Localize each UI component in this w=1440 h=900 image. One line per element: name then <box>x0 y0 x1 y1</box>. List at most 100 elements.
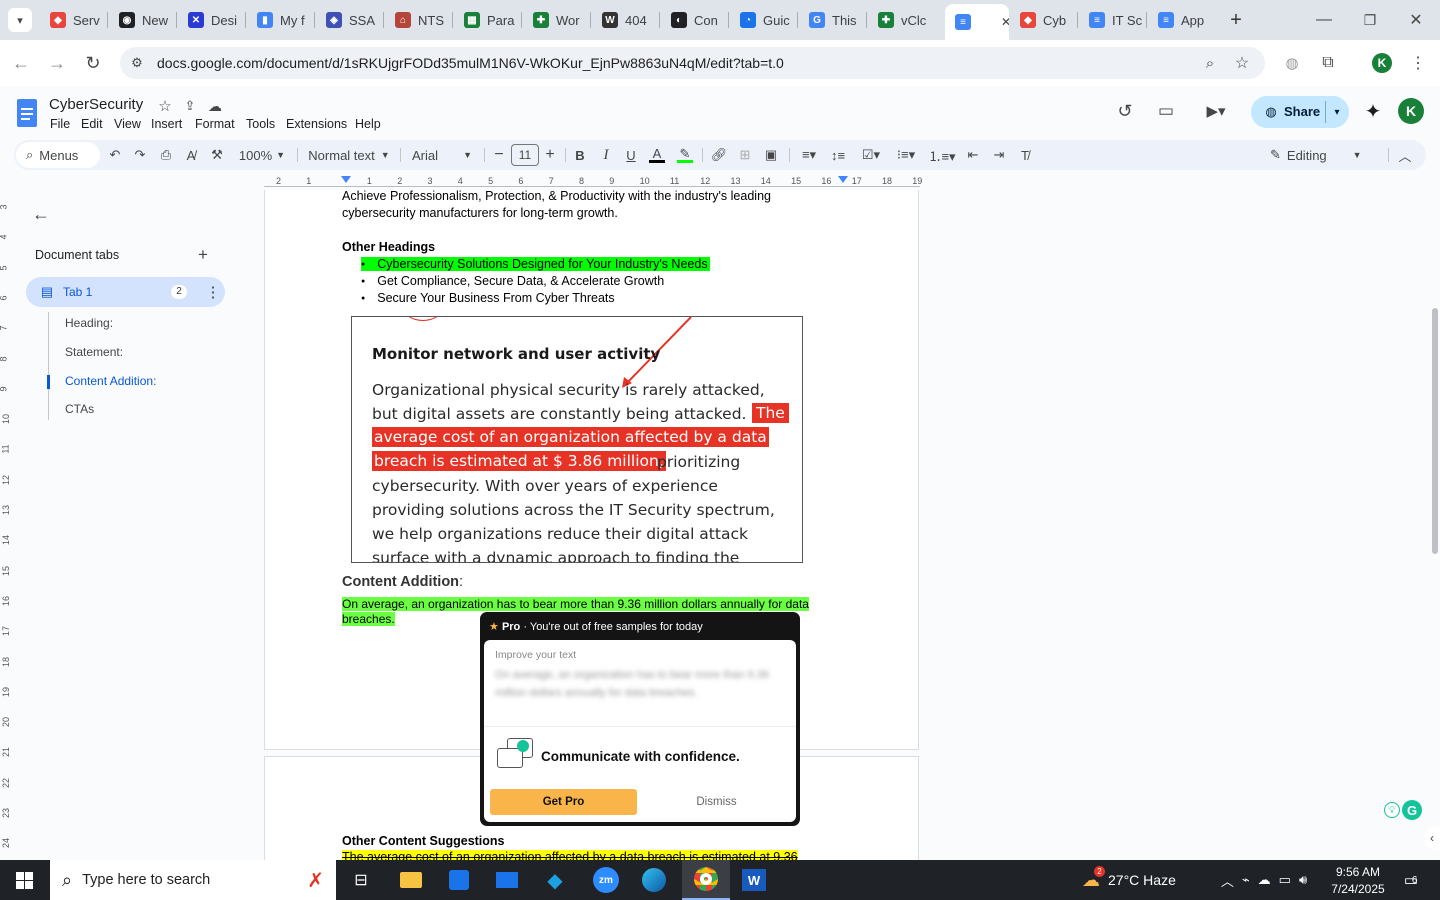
menu-extensions[interactable]: Extensions <box>286 117 347 131</box>
side-panel-toggle-icon[interactable]: ‹ <box>1424 826 1440 850</box>
add-tab-icon[interactable]: + <box>194 245 212 264</box>
dismiss-button[interactable]: Dismiss <box>664 789 769 815</box>
docs-logo-icon[interactable] <box>17 99 37 127</box>
tab-search-icon[interactable]: ▾ <box>8 8 32 32</box>
strikethrough-text-line[interactable]: The average cost of an organization affe… <box>342 850 798 860</box>
star-icon[interactable]: ☆ <box>156 97 174 115</box>
collapse-menus-icon[interactable]: ︿ <box>1396 140 1414 170</box>
increase-indent-icon[interactable]: ⇥ <box>990 140 1008 170</box>
increase-font-icon[interactable]: + <box>543 140 557 170</box>
menu-insert[interactable]: Insert <box>151 117 182 131</box>
content-addition-heading[interactable]: Content Addition: <box>342 574 463 590</box>
browser-tab[interactable]: ⌂ NTS <box>385 6 451 34</box>
new-tab-icon[interactable]: + <box>1224 8 1248 32</box>
right-indent-marker[interactable] <box>838 176 848 183</box>
undo-icon[interactable]: ↶ <box>106 140 124 170</box>
browser-tab[interactable]: ✚ Wor <box>523 6 589 34</box>
mail-icon[interactable] <box>492 860 522 900</box>
outline-item[interactable]: Content Addition: <box>65 374 156 388</box>
menu-tools[interactable]: Tools <box>246 117 275 131</box>
tab-1-item[interactable]: ▤ Tab 1 2 ⋮ <box>26 277 225 307</box>
font-size-input[interactable]: 11 <box>511 144 539 166</box>
align-icon[interactable]: ≡▾ <box>796 140 822 170</box>
clock[interactable]: 9:56 AM 7/24/2025 <box>1326 862 1390 898</box>
restore-icon[interactable]: ❐ <box>1360 8 1380 32</box>
document-scrollbar[interactable] <box>1432 308 1438 554</box>
tab-options-icon[interactable]: ⋮ <box>206 283 221 301</box>
paint-format-icon[interactable]: ⚒ <box>208 140 226 170</box>
account-avatar[interactable]: K <box>1398 98 1424 124</box>
menus-search[interactable]: ⌕ Menus <box>16 142 100 168</box>
link-icon[interactable]: 🔗︎ <box>710 140 728 170</box>
bullet-item[interactable]: ● Get Compliance, Secure Data, & Accelera… <box>361 274 664 288</box>
left-indent-marker[interactable] <box>341 176 351 183</box>
browser-tab[interactable]: ◔ Guic <box>730 6 796 34</box>
menu-help[interactable]: Help <box>355 117 381 131</box>
font-select[interactable]: Arial ▼ <box>406 140 478 170</box>
browser-tab[interactable]: G This <box>799 6 865 34</box>
forward-icon[interactable]: → <box>46 52 68 74</box>
move-icon[interactable]: ⇪ <box>181 97 199 115</box>
outline-item[interactable]: Heading: <box>65 316 113 330</box>
numbered-list-icon[interactable]: ⒈≡▾ <box>927 140 957 170</box>
task-view-icon[interactable]: ⊟ <box>346 860 376 900</box>
redo-icon[interactable]: ↷ <box>131 140 149 170</box>
checklist-icon[interactable]: ☑▾ <box>856 140 886 170</box>
weather-widget[interactable]: ☁ 2 27°C Haze <box>1082 860 1192 900</box>
underline-icon[interactable]: U <box>623 140 639 170</box>
word-icon[interactable]: W <box>736 860 772 900</box>
browser-tab[interactable]: ≡ IT Sc <box>1079 6 1145 34</box>
meet-icon[interactable]: ▶▾ <box>1198 100 1234 122</box>
share-dropdown-icon[interactable]: ▾ <box>1330 104 1344 120</box>
store-icon[interactable] <box>444 860 474 900</box>
bulleted-list-icon[interactable]: ⁝≡▾ <box>891 140 921 170</box>
browser-tab[interactable]: ◆ Cyb <box>1010 6 1076 34</box>
comments-icon[interactable]: ▭ <box>1155 100 1177 122</box>
highlighted-text-line-1[interactable]: On average, an organization has to bear … <box>342 597 809 611</box>
gemini-icon[interactable]: ✦ <box>1362 100 1384 123</box>
browser-tab[interactable]: ▦ Para <box>454 6 520 34</box>
decrease-font-icon[interactable]: − <box>492 140 506 170</box>
print-icon[interactable]: ⎙ <box>157 140 175 170</box>
file-explorer-icon[interactable] <box>396 860 426 900</box>
embedded-screenshot-image[interactable]: Monitor network and user activity Organi… <box>351 316 803 563</box>
site-settings-icon[interactable]: ⚙ <box>128 54 146 72</box>
text-color-icon[interactable]: A <box>648 140 666 170</box>
outline-item[interactable]: CTAs <box>65 402 94 416</box>
grammarly-tip-icon[interactable]: 💡︎ <box>1384 802 1400 818</box>
browser-tab[interactable]: ◉ New <box>109 6 175 34</box>
body-text-line-2[interactable]: cybersecurity manufacturers for long-ter… <box>342 206 618 220</box>
extensions-icon[interactable]: ⧉ <box>1318 53 1338 73</box>
bold-icon[interactable]: B <box>572 140 588 170</box>
chrome-icon[interactable] <box>682 860 730 900</box>
minimize-icon[interactable]: — <box>1314 8 1334 32</box>
other-headings-label[interactable]: Other Headings <box>342 240 435 254</box>
taskbar-search-box[interactable]: ⌕ Type here to search ✗ <box>50 860 336 900</box>
browser-tab[interactable]: ✕ Desi <box>178 6 244 34</box>
edge-icon[interactable] <box>638 860 670 900</box>
browser-tab[interactable]: ≡ ✕ <box>945 4 1009 40</box>
version-history-icon[interactable]: ↺ <box>1114 100 1136 122</box>
browser-tab[interactable]: ◈ SSA <box>316 6 382 34</box>
profile-avatar[interactable]: K <box>1372 53 1392 73</box>
browser-tab[interactable]: ✚ vClc <box>868 6 934 34</box>
other-content-heading[interactable]: Other Content Suggestions <box>342 834 505 848</box>
get-pro-button[interactable]: Get Pro <box>490 789 637 815</box>
menu-format[interactable]: Format <box>195 117 235 131</box>
app-icon[interactable]: ◆ <box>540 860 570 900</box>
clear-formatting-icon[interactable]: T̸ <box>1016 140 1034 170</box>
translate-icon[interactable]: ◍ <box>1282 53 1302 73</box>
spellcheck-icon[interactable]: A̸ <box>182 140 200 170</box>
horizontal-ruler[interactable]: 2 1 1 2 3 4 5 6 7 8 9 10 11 12 13 14 15 16 17 18 19 <box>264 176 922 190</box>
browser-tab[interactable]: W 404 <box>592 6 658 34</box>
url-bar[interactable]: ⚙ docs.google.com/document/d/1sRKUjgrFOD… <box>120 47 1265 79</box>
close-tab-icon[interactable]: ✕ <box>1001 15 1009 29</box>
highlight-color-icon[interactable]: ✎ <box>676 140 694 170</box>
line-spacing-icon[interactable]: ↕≡ <box>829 140 847 170</box>
outline-item[interactable]: Statement: <box>65 345 123 359</box>
menu-file[interactable]: File <box>50 117 70 131</box>
zoom-select[interactable]: 100% ▼ <box>234 140 290 170</box>
close-window-icon[interactable]: ✕ <box>1406 8 1426 32</box>
reload-icon[interactable]: ↻ <box>82 52 104 74</box>
browser-menu-icon[interactable]: ⋮ <box>1408 53 1428 73</box>
